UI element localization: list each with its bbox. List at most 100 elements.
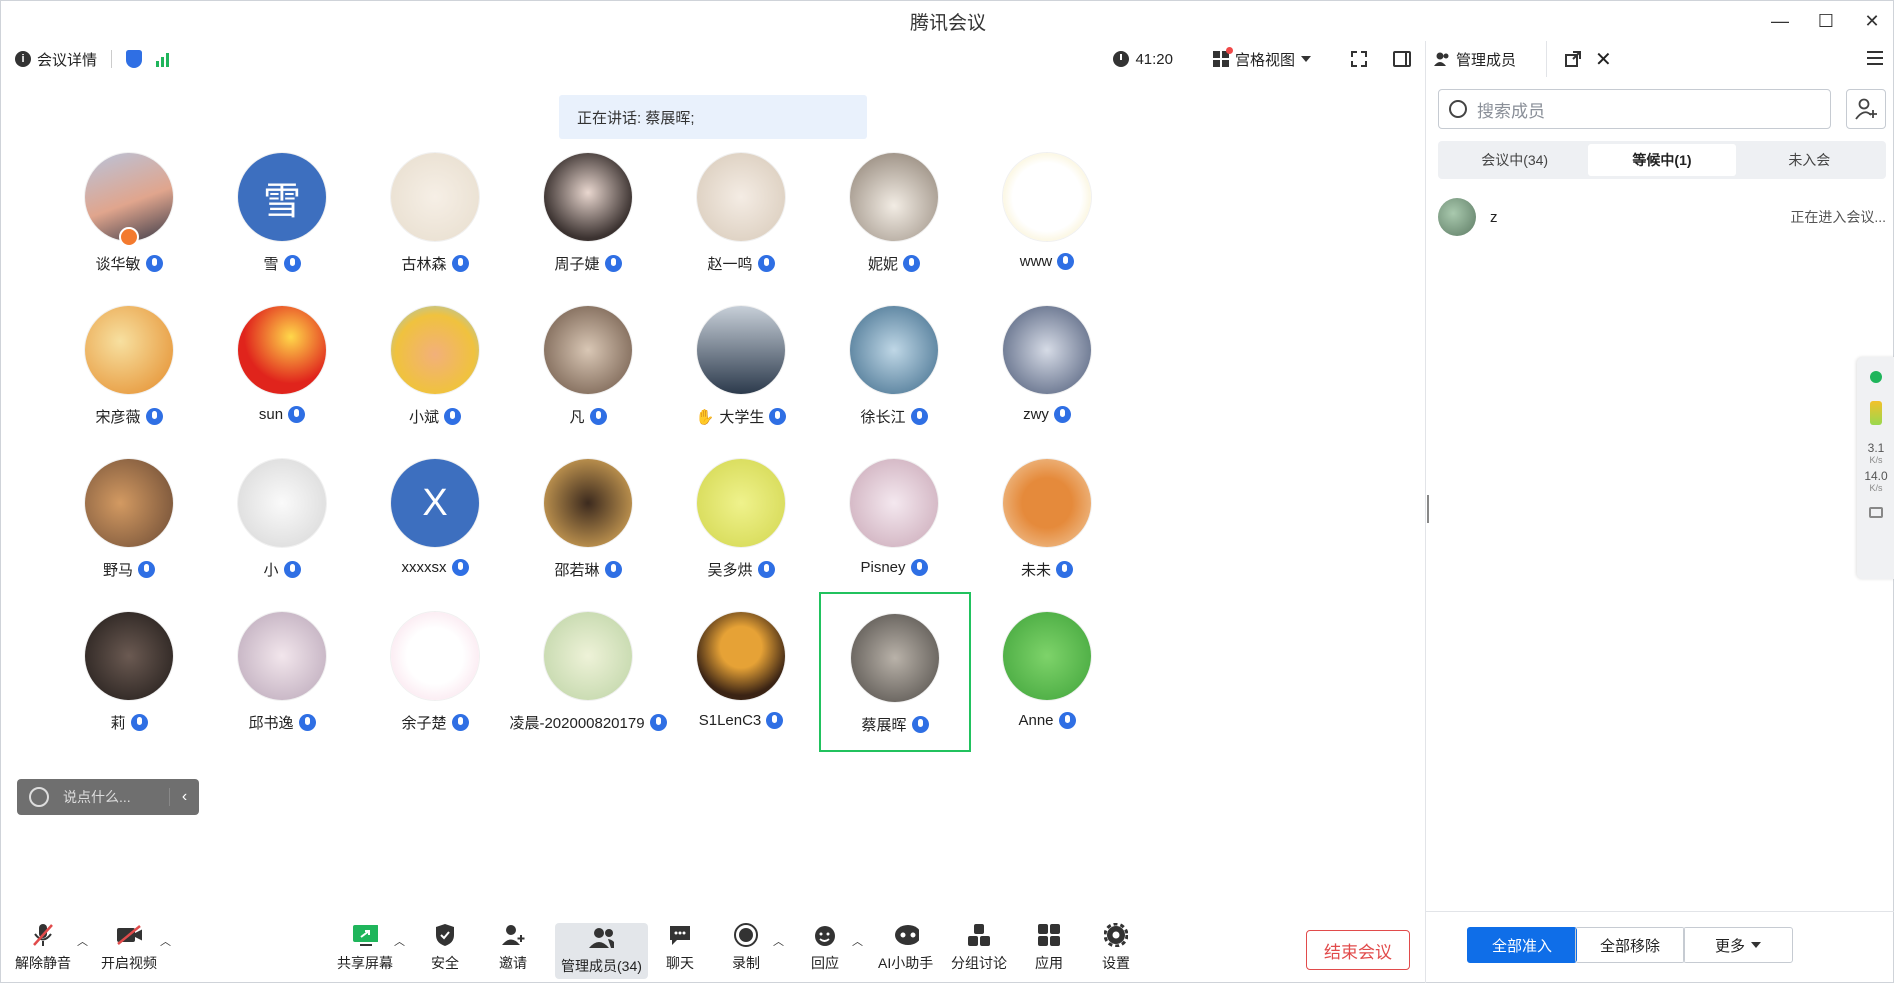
maximize-button[interactable]: ☐ (1803, 1, 1849, 41)
participant-tile[interactable]: 凡 (513, 286, 663, 446)
video-options-chevron-icon[interactable]: ︿ (160, 933, 171, 949)
participant-tile[interactable]: 古林森 (360, 133, 510, 293)
avatar (544, 459, 632, 547)
participant-tile[interactable]: Anne (972, 592, 1122, 752)
participant-tile[interactable]: 凌晨-202000820179 (509, 592, 667, 752)
more-button[interactable]: 更多 (1683, 927, 1793, 963)
participant-tile[interactable]: 未未 (972, 439, 1122, 599)
participant-tile[interactable]: 野马 (54, 439, 204, 599)
participant-tile[interactable]: www (972, 133, 1122, 293)
mic-status-icon (1058, 712, 1076, 729)
share-options-chevron-icon[interactable]: ︿ (394, 933, 405, 949)
ai-assistant-button[interactable]: AI小助手 (878, 911, 933, 983)
record-label: 录制 (732, 954, 760, 971)
apps-label: 应用 (1035, 954, 1063, 971)
chat-button[interactable]: 聊天 (666, 911, 694, 983)
waiting-member-name: z (1490, 208, 1498, 226)
participant-name: 谈华敏 (95, 256, 141, 273)
participant-tile[interactable]: 吴多烘 (666, 439, 816, 599)
participant-tile[interactable]: 周子婕 (513, 133, 663, 293)
participant-tile[interactable]: zwy (972, 286, 1122, 446)
participant-tile[interactable]: 宋彦薇 (54, 286, 204, 446)
tab-waiting[interactable]: 等候中(1) (1588, 144, 1736, 176)
panel-menu-icon[interactable] (1867, 51, 1883, 69)
network-status[interactable] (156, 51, 170, 67)
participant-name-row: 未未 (1021, 559, 1073, 580)
share-screen-button[interactable]: 共享屏幕 (337, 911, 393, 983)
participant-tile[interactable]: 蔡展晖 (819, 592, 971, 752)
emoji-icon[interactable] (29, 787, 49, 807)
participant-tile[interactable]: sun (207, 286, 357, 446)
more-label: 更多 (1714, 937, 1745, 955)
side-panel-toggle-icon[interactable] (1393, 51, 1411, 67)
meeting-window: 腾讯会议 — ☐ ✕ i 会议详情 41:20 宫格视图 正在讲话: 蔡展晖; … (0, 0, 1894, 983)
mic-status-icon (288, 406, 306, 423)
waiting-list-item[interactable]: z 正在进入会议... (1438, 195, 1886, 239)
member-search-input[interactable]: 搜索成员 (1438, 89, 1831, 129)
invite-button[interactable]: 邀请 (499, 911, 527, 983)
audio-options-chevron-icon[interactable]: ︿ (77, 933, 88, 949)
unmute-button[interactable]: 解除静音 (15, 911, 71, 983)
settings-button[interactable]: 设置 (1102, 911, 1130, 983)
participant-name-row: 赵一鸣 (707, 253, 775, 274)
react-button[interactable]: 回应 (811, 911, 839, 983)
participant-tile[interactable]: 徐长江 (819, 286, 969, 446)
meeting-details-button[interactable]: i 会议详情 (15, 49, 97, 70)
breakout-rooms-button[interactable]: 分组讨论 (951, 911, 1007, 983)
react-options-chevron-icon[interactable]: ︿ (852, 933, 863, 949)
apps-button[interactable]: 应用 (1035, 911, 1063, 983)
participant-tile[interactable]: Xxxxxsx (360, 439, 510, 599)
tab-in-meeting[interactable]: 会议中(34) (1441, 144, 1588, 176)
invite-member-button[interactable] (1846, 89, 1886, 129)
participant-tile[interactable]: 邱书逸 (207, 592, 357, 752)
minimize-button[interactable]: — (1757, 1, 1803, 41)
participant-tile[interactable]: 邵若琳 (513, 439, 663, 599)
tab-not-joined[interactable]: 未入会 (1736, 144, 1883, 176)
participant-name: xxxxsx (401, 559, 447, 576)
participant-tile[interactable]: 赵一鸣 (666, 133, 816, 293)
participant-name: 徐长江 (860, 409, 906, 426)
floating-chat-input[interactable]: 说点什么... ‹ (17, 779, 199, 815)
remove-all-button[interactable]: 全部移除 (1575, 927, 1685, 963)
participant-tile[interactable]: Pisney (819, 439, 969, 599)
avatar (391, 306, 479, 394)
panel-title: 管理成员 (1456, 51, 1517, 69)
view-switch-button[interactable]: 宫格视图 (1212, 47, 1311, 70)
security-button[interactable]: 安全 (431, 911, 459, 983)
record-button[interactable]: 录制 (732, 911, 760, 983)
collapse-chat-icon[interactable]: ‹ (169, 788, 199, 806)
mic-status-icon (283, 561, 301, 578)
network-widget[interactable]: 3.1 K/s 14.0 K/s (1857, 357, 1894, 579)
panel-footer: 全部准入 全部移除 更多 (1426, 911, 1894, 983)
avatar (85, 612, 173, 700)
manage-members-button[interactable]: 管理成员(34) (555, 923, 648, 979)
security-status[interactable] (126, 50, 143, 68)
close-button[interactable]: ✕ (1849, 1, 1894, 41)
record-options-chevron-icon[interactable]: ︿ (773, 933, 784, 949)
title-bar: 腾讯会议 — ☐ ✕ (1, 1, 1894, 41)
emoji-react-icon (812, 923, 838, 947)
participant-tile[interactable]: 小 (207, 439, 357, 599)
participant-tile[interactable]: 小斌 (360, 286, 510, 446)
admit-all-button[interactable]: 全部准入 (1467, 927, 1577, 963)
fullscreen-icon[interactable] (1351, 51, 1367, 67)
participant-name-row: 雪 (263, 253, 301, 274)
camera-off-icon (116, 923, 142, 947)
panel-tab-members[interactable]: 管理成员 (1434, 41, 1548, 77)
mic-status-icon (451, 559, 469, 576)
participant-tile[interactable]: ✋ 大学生 (666, 286, 816, 446)
pop-out-icon[interactable] (1565, 51, 1582, 67)
participant-tile[interactable]: 谈华敏 (54, 133, 204, 293)
close-panel-icon[interactable]: ✕ (1595, 47, 1612, 72)
participant-tile[interactable]: 莉 (54, 592, 204, 752)
raised-hand-icon: ✋ (695, 408, 715, 426)
end-meeting-button[interactable]: 结束会议 (1306, 930, 1410, 970)
participant-tile[interactable]: 雪雪 (207, 133, 357, 293)
mic-status-icon (451, 714, 469, 731)
participant-tile[interactable]: 妮妮 (819, 133, 969, 293)
participant-name-row: 宋彦薇 (95, 406, 163, 427)
start-video-button[interactable]: 开启视频 (101, 911, 157, 983)
participant-tile[interactable]: 余子楚 (360, 592, 510, 752)
timer-label: 41:20 (1135, 50, 1173, 68)
participant-tile[interactable]: S1LenC3 (666, 592, 816, 752)
